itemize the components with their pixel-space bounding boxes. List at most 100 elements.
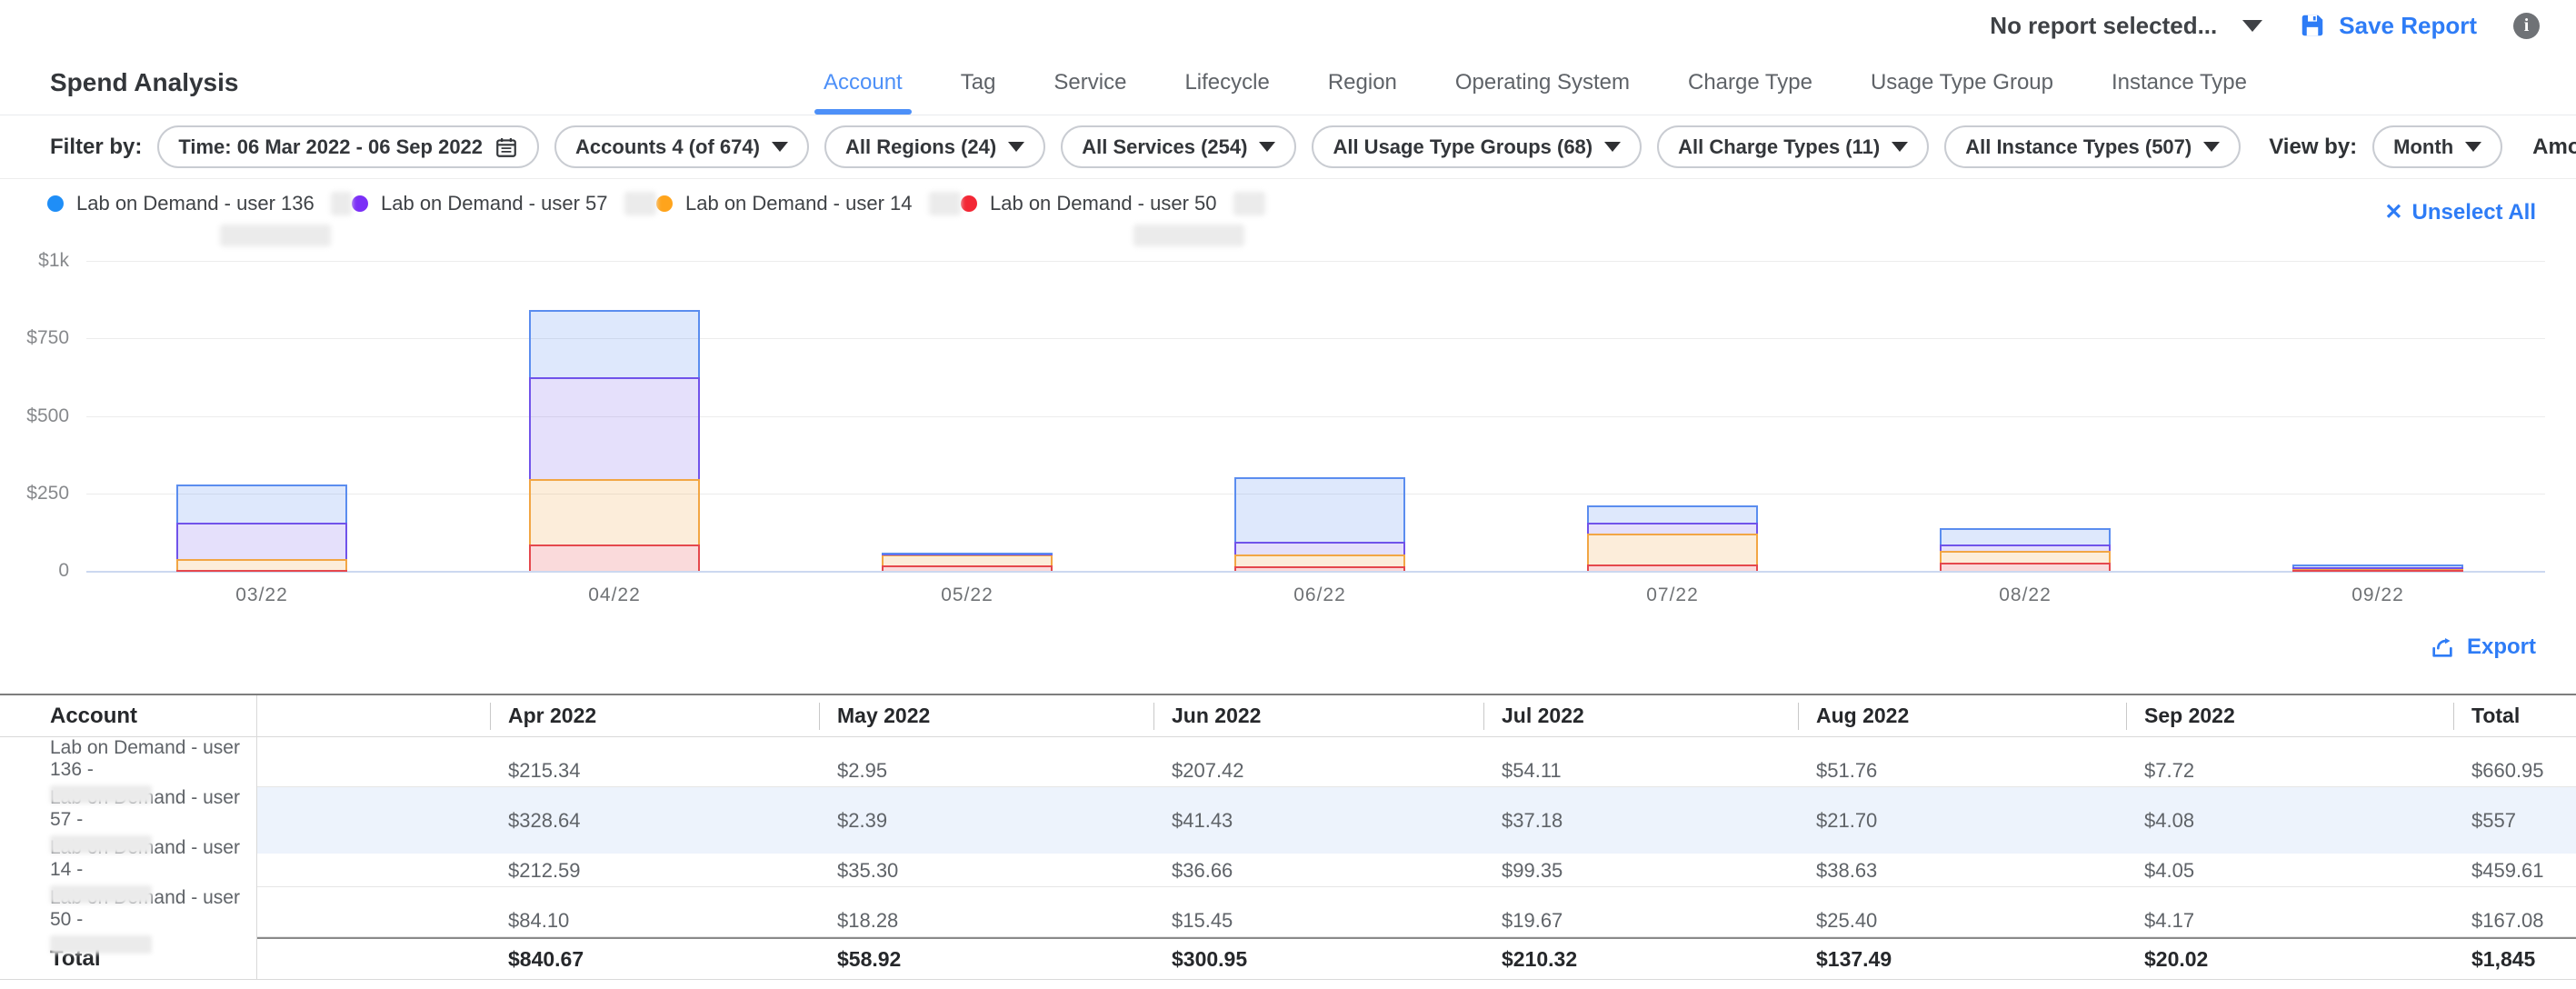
legend-dot (47, 195, 64, 212)
filter-pill-all-instance-types-507[interactable]: All Instance Types (507) (1944, 125, 2241, 168)
column-header-aug-2022: Aug 2022 (1798, 695, 2126, 736)
redacted-text (331, 192, 352, 215)
tab-region[interactable]: Region (1323, 51, 1403, 115)
filter-pill-label: Accounts 4 (of 674) (575, 135, 760, 159)
export-label: Export (2467, 634, 2536, 660)
info-icon[interactable]: i (2513, 13, 2540, 39)
column-header-jul-2022: Jul 2022 (1483, 695, 1798, 736)
view-by-label: View by: (2269, 135, 2357, 160)
bar-segment-lab-on-demand-user-136-08-22[interactable] (1940, 528, 2111, 544)
legend-line: Lab on Demand - user 136 (47, 192, 352, 215)
bar-segment-lab-on-demand-user-57-04-22[interactable] (529, 377, 700, 479)
tab-lifecycle[interactable]: Lifecycle (1179, 51, 1274, 115)
filter-pill-label: All Charge Types (11) (1678, 135, 1880, 159)
redacted-text (1233, 192, 1266, 215)
bar-segment-lab-on-demand-user-50-06-22[interactable] (1234, 566, 1405, 571)
redacted-text (1133, 225, 1244, 246)
tab-instance-type[interactable]: Instance Type (2106, 51, 2252, 115)
bar-segment-lab-on-demand-user-136-05-22[interactable] (882, 553, 1053, 554)
column-header-account: Account (0, 695, 257, 736)
table-row-lab-on-demand-user-57: Lab on Demand - user 57 -$328.64$2.39$41… (0, 787, 2576, 837)
filter-pill-label: Time: 06 Mar 2022 - 06 Sep 2022 (178, 135, 483, 159)
x-axis-label: 08/22 (1952, 584, 2098, 606)
gridline-0 (86, 571, 2545, 573)
bar-segment-lab-on-demand-user-136-03-22[interactable] (176, 485, 347, 524)
total-value-apr-2022: $840.67 (490, 939, 819, 979)
tab-account[interactable]: Account (818, 51, 908, 115)
chevron-down-icon (1604, 142, 1621, 152)
redacted-text (624, 192, 657, 215)
total-value-jul-2022: $210.32 (1483, 939, 1798, 979)
bar-segment-lab-on-demand-user-136-09-22[interactable] (2292, 564, 2463, 567)
table-row-lab-on-demand-user-136: Lab on Demand - user 136 -$215.34$2.95$2… (0, 737, 2576, 787)
bar-segment-lab-on-demand-user-14-03-22[interactable] (176, 559, 347, 570)
legend-item-lab-on-demand-user-57[interactable]: Lab on Demand - user 57 (352, 192, 656, 246)
filter-pill-all-usage-type-groups-68[interactable]: All Usage Type Groups (68) (1312, 125, 1642, 168)
bar-segment-lab-on-demand-user-14-05-22[interactable] (882, 554, 1053, 565)
legend-item-lab-on-demand-user-50[interactable]: Lab on Demand - user 50 (961, 192, 1265, 246)
title-row: Spend Analysis Account Tag Service Lifecycl… (0, 51, 2576, 115)
bar-segment-lab-on-demand-user-14-06-22[interactable] (1234, 554, 1405, 566)
filter-pill-all-services-254[interactable]: All Services (254) (1061, 125, 1296, 168)
y-axis-label: 0 (11, 560, 69, 582)
spend-table: AccountApr 2022May 2022Jun 2022Jul 2022A… (0, 694, 2576, 980)
tab-service[interactable]: Service (1048, 51, 1132, 115)
filter-pill-accounts-4-of-674[interactable]: Accounts 4 (of 674) (554, 125, 809, 168)
bar-segment-lab-on-demand-user-50-08-22[interactable] (1940, 563, 2111, 571)
legend-item-lab-on-demand-user-136[interactable]: Lab on Demand - user 136 (47, 192, 352, 246)
calendar-icon (494, 135, 518, 159)
x-axis-label: 09/22 (2305, 584, 2451, 606)
bar-segment-lab-on-demand-user-50-07-22[interactable] (1587, 564, 1758, 571)
redacted-text (220, 225, 331, 246)
save-report-label: Save Report (2339, 12, 2477, 40)
bar-segment-lab-on-demand-user-57-03-22[interactable] (176, 523, 347, 559)
legend-line: Lab on Demand - user 14 (656, 192, 961, 215)
bar-segment-lab-on-demand-user-136-06-22[interactable] (1234, 477, 1405, 542)
amortized-label: Amortized (2532, 135, 2576, 160)
export-button[interactable]: Export (2430, 634, 2536, 660)
legend-item-lab-on-demand-user-14[interactable]: Lab on Demand - user 14 (656, 192, 961, 246)
filter-pill-label: All Services (254) (1082, 135, 1247, 159)
filter-pill-label: All Regions (24) (845, 135, 996, 159)
legend-label: Lab on Demand - user 14 (685, 192, 913, 215)
bar-segment-lab-on-demand-user-50-04-22[interactable] (529, 544, 700, 571)
column-header-apr-2022: Apr 2022 (490, 695, 819, 736)
table-row-lab-on-demand-user-50: Lab on Demand - user 50 -$84.10$18.28$15… (0, 887, 2576, 937)
gridline-500 (86, 416, 2545, 417)
tab-operating-system[interactable]: Operating System (1450, 51, 1635, 115)
page-title: Spend Analysis (50, 68, 238, 97)
gridline-1000 (86, 261, 2545, 262)
bar-segment-lab-on-demand-user-57-06-22[interactable] (1234, 542, 1405, 554)
bar-segment-lab-on-demand-user-136-04-22[interactable] (529, 310, 700, 376)
chevron-down-icon (2203, 142, 2220, 152)
x-axis-label: 07/22 (1600, 584, 1745, 606)
bar-segment-lab-on-demand-user-50-05-22[interactable] (882, 565, 1053, 571)
bar-segment-lab-on-demand-user-14-08-22[interactable] (1940, 551, 2111, 563)
bar-segment-lab-on-demand-user-57-09-22[interactable] (2292, 567, 2463, 569)
y-axis-label: $500 (11, 405, 69, 427)
chevron-down-icon (772, 142, 788, 152)
bar-segment-lab-on-demand-user-14-04-22[interactable] (529, 479, 700, 544)
x-axis-label: 04/22 (542, 584, 687, 606)
bar-segment-lab-on-demand-user-57-07-22[interactable] (1587, 523, 1758, 534)
filter-pill-time-06-mar-2022-06-sep-2022[interactable]: Time: 06 Mar 2022 - 06 Sep 2022 (157, 125, 539, 168)
tab-tag[interactable]: Tag (955, 51, 1002, 115)
tab-usage-type-group[interactable]: Usage Type Group (1865, 51, 2059, 115)
bar-segment-lab-on-demand-user-50-03-22[interactable] (176, 570, 347, 572)
view-by-select[interactable]: Month (2372, 125, 2502, 168)
total-value-total: $1,845 (2453, 939, 2576, 979)
bar-segment-lab-on-demand-user-14-07-22[interactable] (1587, 534, 1758, 564)
close-icon: ✕ (2384, 199, 2402, 225)
y-axis-label: $1k (11, 250, 69, 272)
report-selector[interactable]: No report selected... (1990, 12, 2262, 40)
filter-pill-all-charge-types-11[interactable]: All Charge Types (11) (1657, 125, 1929, 168)
bar-segment-lab-on-demand-user-57-08-22[interactable] (1940, 544, 2111, 551)
table-body: Lab on Demand - user 136 -$215.34$2.95$2… (0, 737, 2576, 937)
legend-dot (352, 195, 368, 212)
save-report-button[interactable]: Save Report (2299, 12, 2477, 40)
bar-segment-lab-on-demand-user-136-07-22[interactable] (1587, 505, 1758, 522)
unselect-all-button[interactable]: ✕ Unselect All (2384, 199, 2536, 225)
filter-pill-all-regions-24[interactable]: All Regions (24) (824, 125, 1045, 168)
tab-charge-type[interactable]: Charge Type (1682, 51, 1818, 115)
total-value-may-2022: $58.92 (819, 939, 1153, 979)
